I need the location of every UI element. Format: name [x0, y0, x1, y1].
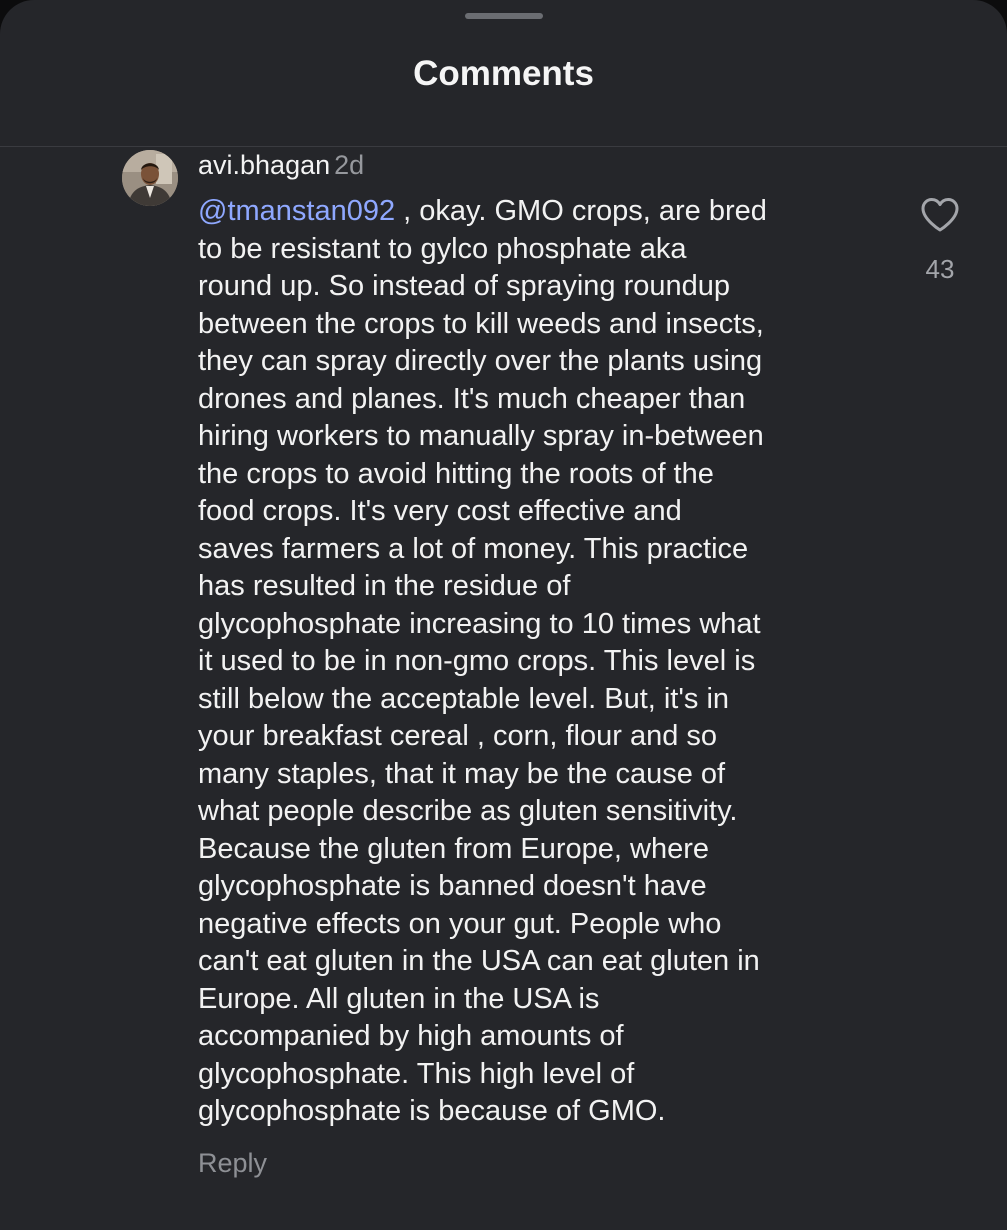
comment-line: food crops. It's very cost effective and — [198, 495, 682, 527]
comment-line: your breakfast cereal , corn, flour and … — [198, 720, 718, 752]
comment-line: accompanied by high amounts of — [198, 1020, 624, 1052]
comment-line: it used to be in non-gmo crops. This lev… — [198, 645, 756, 677]
comment-body: @tmanstan092 , okay. GMO crops, are bred… — [198, 193, 870, 1131]
comment-mention-link[interactable]: @tmanstan092 — [198, 195, 395, 227]
comment-line: between the crops to kill weeds and inse… — [198, 307, 764, 340]
comment-line: glycophosphate increasing to 10 times wh… — [198, 607, 761, 640]
comment-line: drones and planes. It's much cheaper tha… — [198, 382, 746, 415]
reply-button[interactable]: Reply — [198, 1146, 267, 1180]
comment-line: saves farmers a lot of money. This pract… — [198, 532, 749, 565]
comment-line: negative effects on your gut. People who — [198, 907, 722, 940]
comment-line: what people describe as gluten sensitivi… — [198, 795, 738, 827]
page-title: Comments — [413, 54, 594, 93]
user-avatar-image — [122, 150, 178, 206]
like-button[interactable] — [918, 194, 962, 236]
comment-line: to be resistant to gylco phosphate aka — [198, 232, 687, 265]
comment-line: the crops to avoid hitting the roots of … — [198, 457, 714, 490]
header-divider — [0, 146, 1007, 147]
comment-line: has resulted in the residue of — [198, 570, 571, 602]
comment-line: glycophosphate. This high level of — [198, 1057, 635, 1090]
comment-line: Because the gluten from Europe, where — [198, 832, 710, 865]
heart-outline-icon — [921, 198, 959, 232]
comment-line: glycophosphate is because of GMO. — [198, 1095, 666, 1127]
comment-line: can't eat gluten in the USA can eat glut… — [198, 945, 760, 977]
comment-line: @tmanstan092 , okay. GMO crops, are bred — [198, 193, 870, 231]
comment-line: many staples, that it may be the cause o… — [198, 757, 726, 790]
comment-line: hiring workers to manually spray in-betw… — [198, 420, 764, 452]
comment-username[interactable]: avi.bhagan — [198, 150, 330, 180]
comments-sheet: Comments avi.bhagan 2d @tmanstan092 , oka… — [0, 0, 1007, 1230]
sheet-grabber-handle[interactable] — [465, 13, 543, 19]
comment-line-text: , okay. GMO crops, are bred — [395, 195, 767, 227]
comment-line: Europe. All gluten in the USA is — [198, 982, 600, 1015]
comment-line: they can spray directly over the plants … — [198, 345, 763, 377]
avatar[interactable] — [122, 150, 178, 206]
comment-meta: avi.bhagan 2d — [198, 148, 364, 182]
like-count: 43 — [925, 254, 955, 284]
comment-line: round up. So instead of spraying roundup — [198, 270, 731, 302]
comment-line: glycophosphate is banned doesn't have — [198, 870, 707, 902]
comment-timestamp: 2d — [334, 150, 365, 180]
comment-line: still below the acceptable level. But, i… — [198, 682, 730, 715]
